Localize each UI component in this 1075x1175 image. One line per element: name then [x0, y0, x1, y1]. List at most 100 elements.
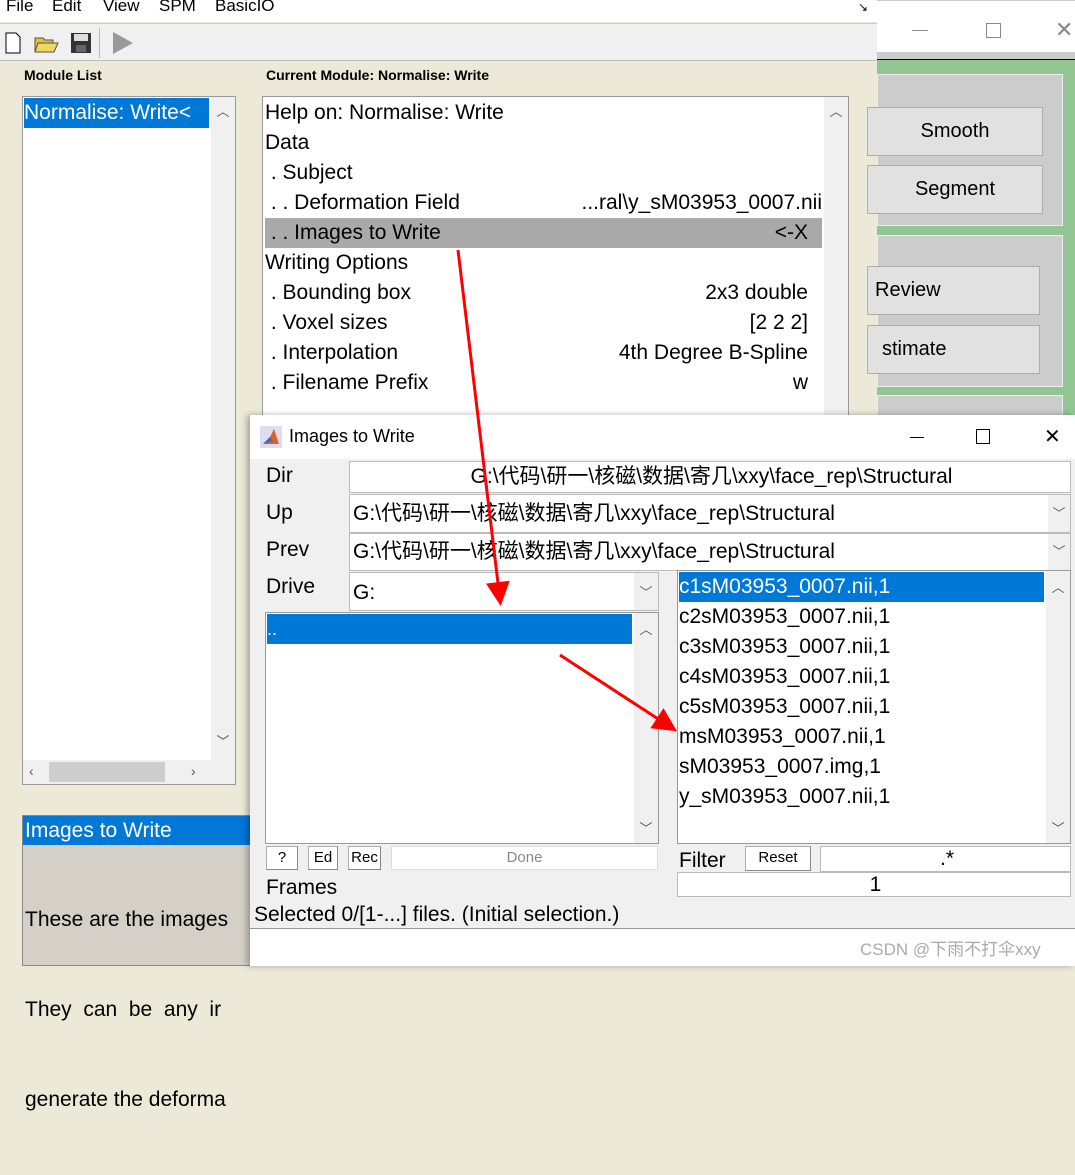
save-icon[interactable]	[70, 32, 92, 54]
bg-title-bar: ✕	[877, 0, 1075, 52]
module-list-vscroll[interactable]: ︿ ﹀	[211, 97, 235, 760]
up-value: G:\代码\研一\核磁\数据\寄几\xxy\face_rep\Structura…	[353, 502, 835, 525]
frames-label: Frames	[266, 876, 338, 899]
module-option-row[interactable]: . Filename Prefix w	[265, 368, 822, 398]
toolbar	[0, 23, 877, 61]
menu-spm[interactable]: SPM	[159, 0, 196, 16]
smooth-button[interactable]: Smooth	[867, 107, 1043, 156]
current-module-label: Current Module: Normalise: Write	[266, 67, 489, 83]
menu-view[interactable]: View	[103, 0, 140, 16]
module-option-row[interactable]: . Interpolation 4th Degree B-Spline	[265, 338, 822, 368]
help-panel: Images to Write These are the images The…	[22, 815, 252, 1111]
help-button[interactable]: ?	[266, 846, 298, 870]
file-item[interactable]: c2sM03953_0007.nii,1	[679, 602, 1044, 632]
file-item[interactable]: msM03953_0007.nii,1	[679, 722, 1044, 752]
option-name: . Subject	[265, 161, 353, 184]
module-list-label: Module List	[24, 67, 102, 83]
menu-bar: File Edit View SPM BasicIO ↘	[0, 0, 877, 22]
help-line: They can be any ir	[25, 998, 222, 1021]
filter-field[interactable]: .*	[820, 846, 1071, 872]
option-value: 2x3 double	[705, 281, 808, 304]
status-text: Selected 0/[1-...] files. (Initial selec…	[254, 903, 620, 926]
done-button[interactable]: Done	[391, 846, 658, 870]
module-option-row[interactable]: . . Deformation Field ...ral\y_sM03953_00…	[265, 188, 822, 218]
menu-file[interactable]: File	[6, 0, 33, 16]
option-value: w	[792, 371, 808, 394]
module-list[interactable]: Normalise: Write< ︿ ﹀ ‹ ›	[22, 96, 236, 785]
maximize-icon[interactable]	[986, 23, 1001, 38]
images-to-write-dialog: Images to Write ✕ Dir G:\代码\研一\核磁\数据\寄几\…	[250, 415, 1075, 966]
option-name: . Bounding box	[265, 281, 411, 304]
file-item[interactable]: sM03953_0007.img,1	[679, 752, 1044, 782]
option-value: 4th Degree B-Spline	[618, 341, 808, 364]
prev-select[interactable]: G:\代码\研一\核磁\数据\寄几\xxy\face_rep\Structura…	[349, 533, 1071, 571]
run-icon[interactable]	[110, 30, 136, 56]
directory-list[interactable]: .. ︿ ﹀	[265, 612, 659, 844]
file-item[interactable]: c4sM03953_0007.nii,1	[679, 662, 1044, 692]
directory-item[interactable]: ..	[267, 614, 632, 644]
edit-button[interactable]: Ed	[308, 846, 338, 870]
minimize-icon[interactable]	[912, 30, 928, 31]
prev-value: G:\代码\研一\核磁\数据\寄几\xxy\face_rep\Structura…	[353, 540, 835, 563]
reset-button[interactable]: Reset	[745, 846, 811, 871]
module-list-item[interactable]: Normalise: Write<	[24, 98, 209, 128]
prev-label: Prev	[266, 538, 310, 561]
drive-select[interactable]: G: ﹀	[349, 572, 659, 611]
estimate-button[interactable]: stimate	[867, 325, 1040, 374]
module-option-row[interactable]: . Subject	[265, 158, 822, 188]
chevron-down-icon[interactable]: ﹀	[634, 573, 658, 610]
directory-vscroll[interactable]: ︿ ﹀	[634, 613, 658, 843]
help-line: generate the deforma	[25, 1088, 226, 1111]
maximize-icon[interactable]	[976, 429, 990, 444]
option-name: Writing Options	[265, 251, 409, 274]
up-label: Up	[266, 501, 293, 524]
recursive-button[interactable]: Rec	[348, 846, 381, 870]
dir-field[interactable]: G:\代码\研一\核磁\数据\寄几\xxy\face_rep\Structura…	[349, 461, 1071, 493]
option-name: . Interpolation	[265, 341, 399, 364]
option-name: Help on: Normalise: Write	[265, 101, 504, 124]
current-module-list[interactable]: ︿ Help on: Normalise: Write Data . Subjec…	[262, 96, 849, 426]
module-option-row[interactable]: Writing Options	[265, 248, 822, 278]
chevron-down-icon[interactable]: ﹀	[1048, 495, 1070, 532]
option-value: ...ral\y_sM03953_0007.nii	[581, 191, 823, 214]
option-name: . . Images to Write	[265, 221, 441, 244]
file-item[interactable]: y_sM03953_0007.nii,1	[679, 782, 1044, 812]
watermark: CSDN @下雨不打伞xxy	[860, 940, 1041, 959]
module-option-row[interactable]: . Voxel sizes [2 2 2]	[265, 308, 822, 338]
chevron-down-icon[interactable]: ﹀	[1048, 534, 1070, 570]
module-option-row[interactable]: Help on: Normalise: Write	[265, 98, 822, 128]
up-select[interactable]: G:\代码\研一\核磁\数据\寄几\xxy\face_rep\Structura…	[349, 494, 1071, 533]
option-name: . Filename Prefix	[265, 371, 429, 394]
file-list[interactable]: ︿ ﹀ c1sM03953_0007.nii,1 c2sM03953_0007.ni…	[677, 570, 1071, 844]
module-list-hscroll[interactable]: ‹ ›	[23, 760, 235, 784]
help-title: Images to Write	[23, 816, 251, 845]
matlab-icon	[260, 426, 282, 448]
spm-menu-window: ✕ Smooth Segment Review stimate	[867, 0, 1075, 425]
file-item[interactable]: c1sM03953_0007.nii,1	[679, 572, 1044, 602]
frames-field[interactable]: 1	[677, 872, 1071, 897]
close-icon[interactable]: ✕	[1044, 424, 1061, 449]
module-option-row[interactable]: . Bounding box 2x3 double	[265, 278, 822, 308]
minimize-icon[interactable]	[910, 437, 924, 438]
module-option-row[interactable]: Data	[265, 128, 822, 158]
review-button[interactable]: Review	[867, 266, 1040, 315]
dialog-title: Images to Write	[289, 426, 415, 446]
menu-basicio[interactable]: BasicIO	[215, 0, 275, 16]
option-value: <-X	[774, 221, 808, 244]
drive-label: Drive	[266, 575, 316, 598]
current-module-vscroll[interactable]: ︿	[824, 97, 848, 425]
menu-edit[interactable]: Edit	[52, 0, 81, 16]
segment-button[interactable]: Segment	[867, 165, 1043, 214]
new-file-icon[interactable]	[4, 32, 22, 54]
file-vscroll[interactable]: ︿ ﹀	[1046, 571, 1070, 843]
open-folder-icon[interactable]	[34, 33, 60, 53]
file-item[interactable]: c3sM03953_0007.nii,1	[679, 632, 1044, 662]
dialog-title-bar: Images to Write ✕	[250, 415, 1075, 459]
file-item[interactable]: c5sM03953_0007.nii,1	[679, 692, 1044, 722]
dock-icon[interactable]: ↘	[858, 0, 868, 14]
option-name: Data	[265, 131, 310, 154]
module-option-row[interactable]: . . Images to Write <-X	[265, 218, 822, 248]
dir-label: Dir	[266, 464, 293, 487]
option-name: . . Deformation Field	[265, 191, 460, 214]
close-icon[interactable]: ✕	[1055, 17, 1073, 43]
